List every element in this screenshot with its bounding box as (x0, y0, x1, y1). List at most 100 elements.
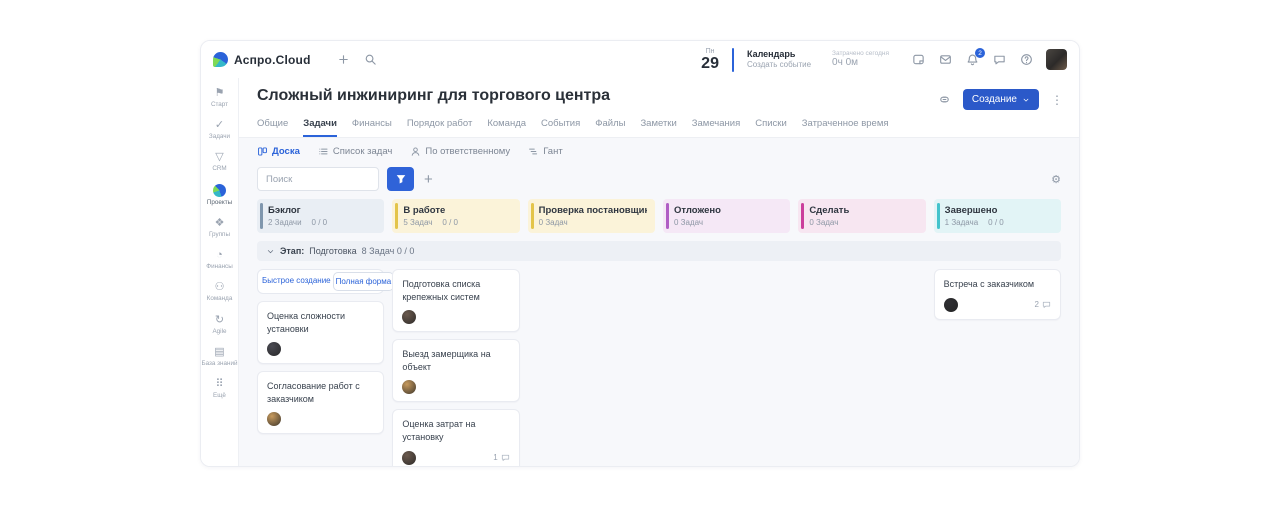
brand-name: Аспро.Cloud (234, 52, 311, 67)
calendar-widget[interactable]: Календарь Создать событие (747, 49, 811, 70)
task-card-title: Выезд замерщика на объект (402, 349, 491, 372)
sidebar-item-проекты[interactable]: Проекты (201, 179, 238, 212)
tab-общие[interactable]: Общие (257, 118, 288, 137)
view-по-ответственному[interactable]: По ответственному (410, 146, 510, 157)
view-список-задач[interactable]: Список задач (318, 146, 392, 157)
help-icon[interactable] (1020, 53, 1033, 66)
project-tabs: Общие Задачи Финансы Порядок работ Команда Со… (239, 110, 1079, 138)
person-icon (410, 146, 421, 157)
task-card[interactable]: Оценка сложности установки (257, 301, 385, 365)
notes-icon[interactable] (912, 53, 925, 66)
tab-замечания[interactable]: Замечания (692, 118, 740, 137)
column-header[interactable]: Завершено 1 Задача 0 / 0 (933, 199, 1061, 233)
tab-команда[interactable]: Команда (487, 118, 526, 137)
search-input[interactable] (257, 167, 379, 191)
column-header[interactable]: В работе 5 Задач 0 / 0 (392, 199, 520, 233)
task-card[interactable]: Оценка затрат на установку 1 (392, 409, 520, 466)
sidebar-item-база-знаний[interactable]: ▤ База знаний (201, 341, 238, 373)
sidebar-item-группы[interactable]: ❖ Группы (201, 212, 238, 244)
column-title: Бэклог (268, 205, 301, 216)
calendar-title: Календарь (746, 48, 796, 59)
view-label: Доска (272, 146, 300, 157)
board-icon (257, 146, 268, 157)
sidebar-item-команда[interactable]: ⚇ Команда (201, 276, 238, 308)
assignee-avatar[interactable] (267, 412, 281, 427)
create-event-link[interactable]: Создать событие (747, 60, 811, 70)
column-header[interactable]: Бэклог 2 Задачи 0 / 0 (257, 199, 385, 233)
calendar-divider (731, 47, 734, 72)
view-label: Список задач (332, 146, 393, 157)
comment-icon (1042, 300, 1051, 309)
chat-icon[interactable] (993, 53, 1006, 66)
notifications-badge: 2 (975, 48, 985, 58)
column-task-count: 0 Задач (673, 218, 704, 227)
task-card[interactable]: Выезд замерщика на объект (392, 339, 520, 403)
tab-файлы[interactable]: Файлы (595, 118, 625, 137)
time-tracker-value: 0ч 0м (832, 57, 859, 69)
add-task-button[interactable]: + (422, 171, 435, 188)
quick-tab-fast-create[interactable]: Быстрое создание (260, 272, 333, 291)
global-search-icon[interactable] (364, 53, 377, 66)
filter-button[interactable] (387, 167, 414, 191)
column-header[interactable]: Сделать 0 Задач (798, 199, 926, 233)
list-icon (318, 146, 329, 157)
quick-add-button[interactable] (337, 53, 350, 66)
tab-порядок-работ[interactable]: Порядок работ (407, 118, 473, 137)
sidebar-item-финансы[interactable]: ◔ Финансы (201, 244, 238, 276)
finance-icon: ◔ (216, 249, 223, 262)
notifications-bell-icon[interactable]: 2 (966, 48, 985, 66)
knowledge-icon: ▤ (214, 345, 225, 358)
assignee-avatar[interactable] (402, 310, 417, 325)
assignee-avatar[interactable] (402, 450, 417, 465)
brand[interactable]: Аспро.Cloud (213, 52, 311, 67)
tasks-icon: ✓ (214, 119, 225, 132)
assignee-avatar[interactable] (943, 297, 958, 312)
board-column: Подготовка списка крепежных систем Выезд … (392, 269, 520, 466)
tab-заметки[interactable]: Заметки (640, 118, 676, 137)
time-tracker[interactable]: Затрачено сегодня 0ч 0м (832, 50, 889, 70)
view-гант[interactable]: Гант (528, 146, 563, 157)
assignee-avatar[interactable] (402, 380, 417, 395)
sidebar-item-crm[interactable]: ▽ CRM (201, 146, 238, 178)
sidebar-item-label: CRM (212, 165, 227, 173)
date-number: 29 (701, 54, 719, 72)
user-avatar[interactable] (1046, 49, 1067, 70)
tab-задачи[interactable]: Задачи (303, 118, 337, 137)
quick-tab-full-form[interactable]: Полная форма (332, 272, 395, 291)
more-menu-icon[interactable]: ⋮ (1051, 93, 1063, 107)
view-доска[interactable]: Доска (257, 146, 300, 157)
column-header[interactable]: Отложено 0 Задач (662, 199, 791, 233)
column-meta: 5 Задач 0 / 0 (403, 218, 511, 227)
board-settings-gear-icon[interactable]: ⚙ (1051, 173, 1061, 186)
task-card-title: Встреча с заказчиком (943, 279, 1035, 289)
date-widget[interactable]: Пн 29 (701, 48, 719, 72)
column-header[interactable]: Проверка постановщиком 0 Задач (527, 199, 655, 233)
sidebar-item-label: Группы (209, 230, 230, 238)
assignee-avatar[interactable] (267, 342, 281, 357)
tab-финансы[interactable]: Финансы (352, 118, 392, 137)
task-card[interactable]: Встреча с заказчиком 2 (933, 269, 1061, 320)
mail-icon[interactable] (939, 53, 952, 66)
board-toolbar: + ⚙ (239, 163, 1079, 199)
task-card[interactable]: Подготовка списка крепежных систем (392, 269, 520, 333)
sidebar-item-label: Задачи (208, 133, 231, 141)
task-card-footer (267, 342, 374, 357)
task-card[interactable]: Согласование работ с заказчиком (257, 371, 385, 435)
sidebar-item-agile[interactable]: ↻ Agile (201, 309, 238, 341)
task-card-title: Согласование работ с заказчиком (267, 381, 360, 404)
crm-icon: ▽ (215, 151, 224, 164)
comment-count-value: 2 (1034, 300, 1039, 310)
tab-события[interactable]: События (541, 118, 580, 137)
sidebar: ⚑ Старт ✓ Задачи ▽ CRM Проекты ❖ Группы ◔ Финансы ⚇… (201, 78, 239, 466)
sidebar-item-ещ-[interactable]: ⠿ Ещё (201, 373, 238, 405)
tab-списки[interactable]: Списки (755, 118, 787, 137)
sidebar-item-старт[interactable]: ⚑ Старт (201, 82, 238, 114)
tab-затраченное-время[interactable]: Затраченное время (802, 118, 889, 137)
column-counter: 0 / 0 (988, 218, 1004, 227)
stage-bar[interactable]: Этап: Подготовка 8 Задач 0 / 0 (257, 241, 1061, 261)
create-button[interactable]: Создание (962, 89, 1039, 110)
board-column: Встреча с заказчиком 2 (933, 269, 1061, 320)
copy-link-icon[interactable] (938, 93, 951, 106)
sidebar-item-label: Финансы (206, 263, 233, 271)
sidebar-item-задачи[interactable]: ✓ Задачи (201, 114, 238, 146)
